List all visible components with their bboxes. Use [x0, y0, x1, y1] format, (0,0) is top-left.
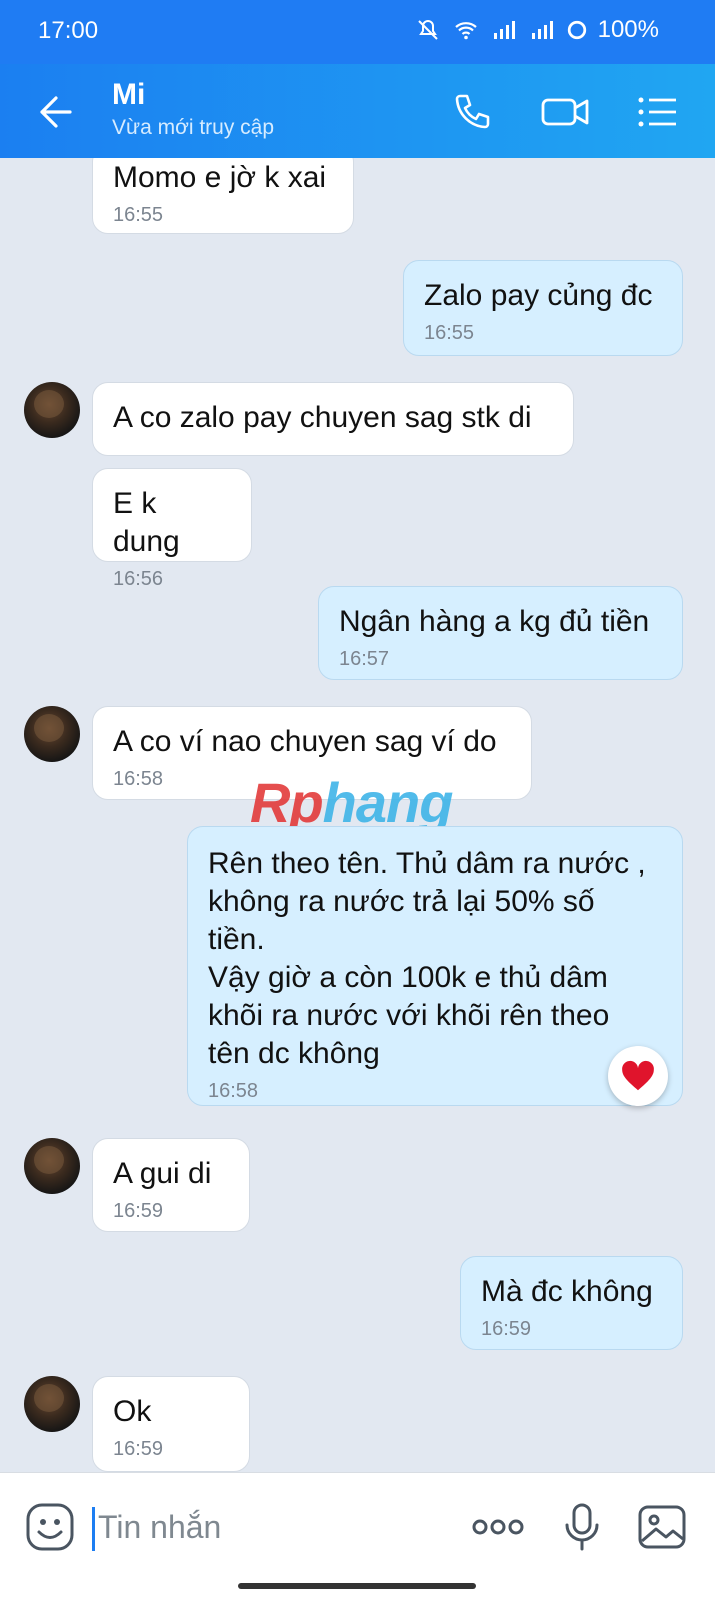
status-time: 17:00	[38, 17, 99, 44]
battery-percent: 100%	[597, 16, 659, 43]
message-text: Ngân hàng a kg đủ tiền	[339, 605, 650, 638]
message-time: 16:56	[113, 568, 164, 590]
message-bubble-outgoing[interactable]: Mà đc không 16:59	[460, 1256, 683, 1350]
message-time: 16:59	[113, 1438, 164, 1460]
message-time: 16:55	[424, 322, 475, 344]
message-bubble-incoming[interactable]: A co zalo pay chuyen sag stk di	[92, 382, 574, 456]
contact-status: Vừa mới truy cập	[112, 116, 275, 139]
contact-name[interactable]: Mi	[112, 78, 145, 112]
video-call-icon[interactable]	[540, 90, 590, 134]
message-bubble-outgoing[interactable]: Ngân hàng a kg đủ tiền 16:57	[318, 586, 683, 680]
message-time: 16:57	[339, 648, 390, 670]
message-bubble-outgoing[interactable]: Zalo pay củng đc 16:55	[403, 260, 683, 356]
message-bubble-incoming[interactable]: A gui di 16:59	[92, 1138, 250, 1232]
signal-icon-2	[528, 18, 556, 42]
message-text: Ok	[113, 1395, 152, 1428]
message-text: Mà đc không	[481, 1275, 653, 1308]
message-text: Momo e jờ k xai	[113, 161, 327, 194]
watermark-part2: hang	[322, 771, 454, 834]
battery-ring-icon	[566, 18, 588, 42]
message-text: Rên theo tên. Thủ dâm ra nước , không ra…	[208, 847, 646, 1070]
avatar[interactable]	[24, 1376, 80, 1432]
avatar[interactable]	[24, 706, 80, 762]
message-bubble-incoming[interactable]: Momo e jờ k xai 16:55	[92, 158, 354, 234]
back-arrow-icon[interactable]	[34, 92, 74, 132]
message-list[interactable]: Momo e jờ k xai 16:55 Zalo pay củng đc 1…	[0, 158, 715, 1472]
heart-reaction[interactable]	[608, 1046, 668, 1106]
message-bubble-outgoing[interactable]: Rên theo tên. Thủ dâm ra nước , không ra…	[187, 826, 683, 1106]
avatar[interactable]	[24, 382, 80, 438]
menu-list-icon[interactable]	[636, 90, 680, 134]
status-icons: 100%	[414, 16, 659, 44]
chat-header: Mi Vừa mới truy cập	[0, 64, 715, 158]
message-text: Zalo pay củng đc	[424, 279, 653, 312]
heart-icon	[622, 1060, 654, 1091]
message-text: A co ví nao chuyen sag ví do	[113, 725, 497, 758]
more-options-icon[interactable]	[470, 1501, 526, 1553]
avatar[interactable]	[24, 1138, 80, 1194]
message-bubble-incoming[interactable]: Ok 16:59	[92, 1376, 250, 1472]
home-indicator[interactable]	[238, 1583, 476, 1589]
message-time: 16:55	[113, 204, 164, 226]
text-cursor	[92, 1507, 95, 1551]
message-input-field[interactable]: Tin nhắn	[98, 1509, 221, 1546]
status-bar: 17:00 100%	[0, 0, 715, 64]
message-input-bar: Tin nhắn	[0, 1472, 715, 1601]
emoji-sticker-icon[interactable]	[24, 1501, 76, 1553]
image-gallery-icon[interactable]	[636, 1501, 688, 1553]
message-time: 16:59	[481, 1318, 532, 1340]
message-text: A co zalo pay chuyen sag stk di	[113, 401, 532, 434]
signal-icon	[490, 18, 518, 42]
mute-bell-icon	[414, 18, 442, 42]
message-text: E k dung	[113, 487, 180, 558]
message-text: A gui di	[113, 1157, 212, 1190]
microphone-icon[interactable]	[556, 1501, 608, 1553]
message-time: 16:58	[208, 1080, 259, 1102]
message-time: 16:59	[113, 1200, 164, 1222]
watermark-part1: Rp	[250, 771, 324, 834]
wifi-icon	[452, 18, 480, 42]
message-bubble-incoming[interactable]: E k dung 16:56	[92, 468, 252, 590]
phone-call-icon[interactable]	[450, 90, 494, 134]
